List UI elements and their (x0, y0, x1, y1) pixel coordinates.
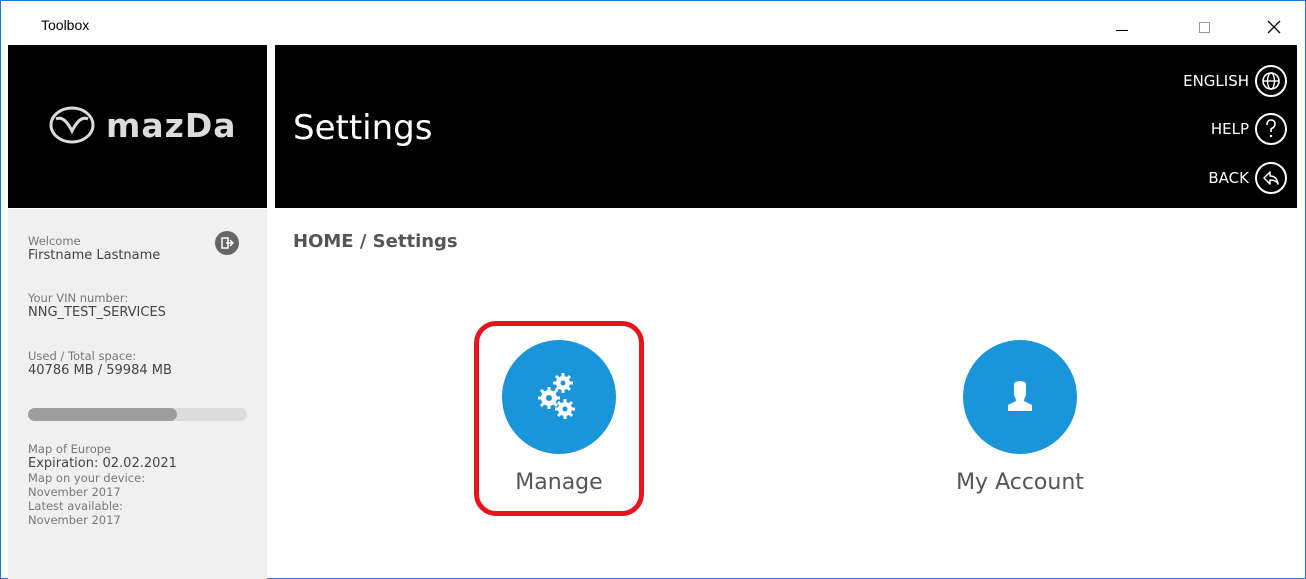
help-label: HELP (1210, 120, 1249, 138)
help-button[interactable]: HELP (1211, 113, 1287, 145)
minimize-icon (1116, 29, 1128, 31)
space-progress-bar (28, 408, 247, 421)
space-value: 40786 MB / 59984 MB (28, 363, 172, 378)
map-info-block: Map of Europe Expiration: 02.02.2021 Map… (28, 442, 177, 527)
close-button[interactable] (1251, 11, 1297, 43)
my-account-tile[interactable]: My Account (935, 340, 1105, 495)
logout-button[interactable] (215, 231, 239, 255)
language-button[interactable]: ENGLISH (1183, 65, 1287, 97)
account-sidebar: Welcome Firstname Lastname Your VIN numb… (8, 209, 267, 579)
breadcrumb: HOME / Settings (293, 231, 458, 252)
vin-value: NNG_TEST_SERVICES (28, 305, 166, 320)
device-map-label: Map on your device: (28, 471, 146, 485)
user-name: Firstname Lastname (28, 248, 161, 263)
map-expiration: Expiration: 02.02.2021 (28, 456, 177, 471)
back-button[interactable]: BACK (1208, 162, 1287, 194)
app-window: Toolbox mazDa Settings ENGLISH HELP BACK… (0, 0, 1306, 579)
welcome-label: Welcome (28, 234, 81, 248)
question-icon (1255, 113, 1287, 145)
my-account-circle-button[interactable] (963, 340, 1077, 454)
latest-map-label: Latest available: (28, 499, 123, 513)
vin-label: Your VIN number: (28, 291, 129, 305)
map-name: Map of Europe (28, 442, 112, 456)
space-block: Used / Total space: 40786 MB / 59984 MB (28, 349, 172, 378)
gears-icon (538, 373, 575, 419)
page-title: Settings (293, 108, 433, 148)
manage-tile[interactable]: Manage (474, 340, 644, 495)
maximize-button[interactable] (1181, 11, 1227, 43)
title-bar: Toolbox (1, 1, 1305, 45)
back-arrow-icon (1255, 162, 1287, 194)
latest-map-value: November 2017 (28, 513, 121, 527)
manage-label: Manage (515, 470, 603, 495)
minimize-button[interactable] (1099, 11, 1145, 43)
my-account-label: My Account (956, 470, 1084, 495)
brand-wordmark: mazDa (106, 105, 237, 145)
brand-logo: mazDa (48, 105, 237, 145)
language-label: ENGLISH (1183, 72, 1249, 90)
back-label: BACK (1208, 169, 1249, 187)
page-header: Settings ENGLISH HELP BACK (275, 45, 1297, 208)
window-title: Toolbox (41, 17, 90, 33)
device-map-value: November 2017 (28, 485, 121, 499)
maximize-icon (1198, 21, 1210, 33)
welcome-block: Welcome Firstname Lastname (28, 234, 160, 263)
mazda-logo-icon (49, 106, 95, 144)
vin-block: Your VIN number: NNG_TEST_SERVICES (28, 291, 166, 320)
space-label: Used / Total space: (28, 349, 137, 363)
user-icon (1008, 381, 1032, 411)
logout-icon (221, 237, 234, 249)
brand-panel: mazDa (8, 45, 267, 208)
manage-circle-button[interactable] (502, 340, 616, 454)
globe-icon (1255, 65, 1287, 97)
close-icon (1267, 20, 1281, 34)
space-progress-fill (28, 408, 177, 421)
